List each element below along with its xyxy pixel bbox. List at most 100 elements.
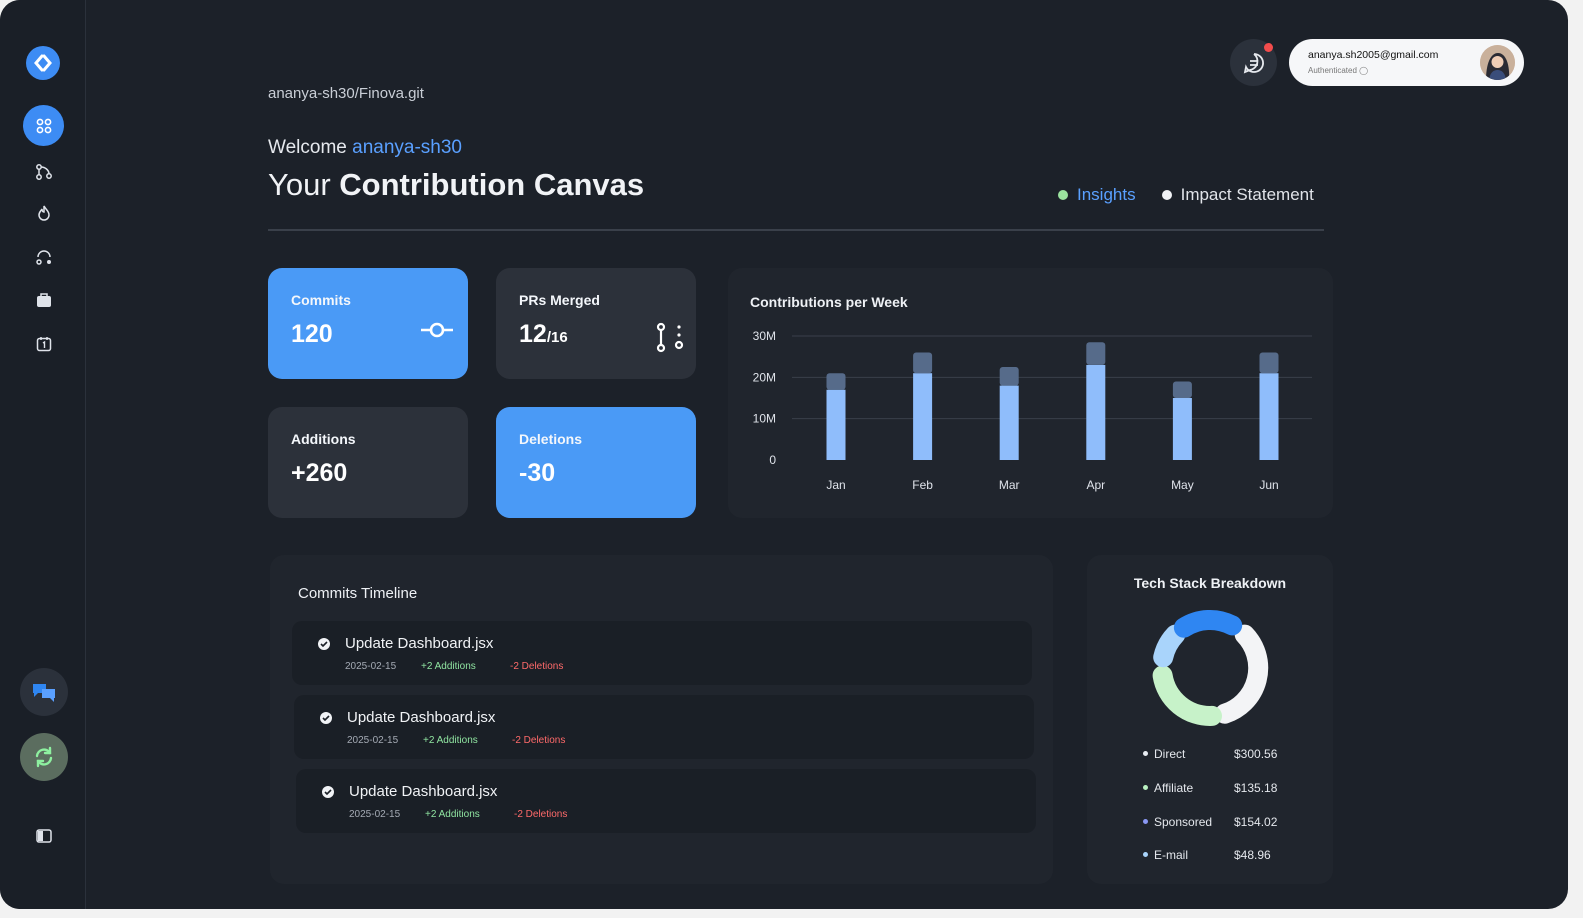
legend-name: Affiliate: [1154, 781, 1194, 795]
commit-item[interactable]: Update Dashboard.jsx 2025-02-15 +2 Addit…: [296, 769, 1036, 833]
tab-insights-dot: [1058, 190, 1068, 200]
legend-dot: [1143, 819, 1148, 824]
github-icon: ◯: [1359, 66, 1369, 75]
legend-name: E-mail: [1154, 848, 1189, 862]
y-tick-label: 30M: [753, 329, 776, 343]
legend-name: Direct: [1154, 747, 1186, 761]
bar-may-segment-1: [1172, 398, 1192, 460]
calendar-icon[interactable]: [23, 323, 64, 364]
bar-feb-segment-2: [913, 352, 933, 374]
x-tick-label: Feb: [912, 478, 933, 492]
timeline-title: Commits Timeline: [298, 585, 418, 602]
y-tick-label: 0: [769, 453, 776, 467]
commits-card: Commits 120: [268, 268, 468, 379]
auth-status-text: Authenticated: [1308, 66, 1357, 75]
y-tick-label: 10M: [753, 412, 776, 426]
commits-timeline-panel: Commits Timeline Update Dashboard.jsx 20…: [270, 555, 1053, 884]
welcome-text: Welcome ananya-sh30: [268, 137, 462, 159]
legend-value: $154.02: [1234, 815, 1278, 829]
sidebar-toggle-icon[interactable]: [23, 815, 64, 856]
y-tick-label: 20M: [753, 370, 776, 384]
prs-merged-card: PRs Merged 12/16: [496, 268, 696, 379]
commit-message: Update Dashboard.jsx: [349, 783, 498, 800]
commit-item[interactable]: Update Dashboard.jsx 2025-02-15 +2 Addit…: [294, 695, 1034, 759]
bar-jan-segment-2: [826, 373, 846, 390]
legend-dot: [1143, 751, 1148, 756]
x-tick-label: Mar: [999, 478, 1020, 492]
legend-value: $135.18: [1234, 781, 1278, 795]
auth-status: Authenticated ◯: [1308, 66, 1368, 75]
commit-message: Update Dashboard.jsx: [345, 635, 494, 652]
commit-additions: +2 Additions: [423, 735, 478, 746]
tab-impact-label: Impact Statement: [1180, 185, 1314, 204]
page-title-strong: Contribution Canvas: [339, 167, 645, 202]
additions-card: Additions +260: [268, 407, 468, 518]
dashboard-icon[interactable]: [23, 105, 64, 146]
notification-badge: [1264, 43, 1273, 52]
x-tick-label: Apr: [1086, 478, 1105, 492]
commit-date: 2025-02-15: [347, 735, 399, 746]
welcome-prefix: Welcome: [268, 137, 347, 158]
bar-mar-segment-1: [999, 385, 1019, 460]
commit-item[interactable]: Update Dashboard.jsx 2025-02-15 +2 Addit…: [292, 621, 1032, 685]
account-chip[interactable]: ananya.sh2005@gmail.com Authenticated ◯: [1289, 39, 1524, 86]
donut-segment-email: [1153, 624, 1186, 668]
pull-request-icon[interactable]: [23, 236, 64, 277]
prs-merged-count: 12: [519, 320, 547, 348]
additions-label: Additions: [291, 431, 356, 447]
tech-stack-title: Tech Stack Breakdown: [1133, 575, 1287, 591]
avatar: [1480, 45, 1515, 80]
legend-name: Sponsored: [1154, 815, 1213, 829]
tab-insights[interactable]: Insights: [1058, 185, 1136, 205]
message-icon: [1243, 52, 1264, 73]
x-tick-label: May: [1171, 478, 1194, 492]
legend-value: $48.96: [1234, 848, 1271, 862]
commit-additions: +2 Additions: [425, 809, 480, 820]
tab-impact-statement[interactable]: Impact Statement: [1161, 185, 1314, 205]
legend-value: $300.56: [1234, 747, 1278, 761]
additions-value: +260: [291, 459, 348, 487]
app-window: ananya-sh30/Finova.git Welcome ananya-sh…: [0, 0, 1568, 909]
bar-feb-segment-1: [913, 373, 933, 460]
donut-segment-direct: [1214, 624, 1269, 724]
commit-date: 2025-02-15: [345, 661, 397, 672]
account-email: ananya.sh2005@gmail.com: [1308, 49, 1439, 61]
prs-total: /16: [546, 329, 568, 346]
bar-may-segment-2: [1172, 381, 1192, 398]
app-logo-icon[interactable]: [26, 46, 60, 80]
fire-icon[interactable]: [23, 192, 64, 233]
header-divider: [268, 229, 1324, 231]
tab-insights-label: Insights: [1077, 185, 1136, 204]
bar-mar-segment-2: [999, 367, 1019, 386]
bar-jun-segment-2: [1259, 352, 1279, 374]
bar-jan-segment-1: [826, 389, 846, 460]
tech-stack-donut: [1152, 609, 1269, 726]
bar-apr-segment-1: [1086, 364, 1106, 460]
chart-title: Contributions per Week: [750, 294, 908, 310]
legend-dot: [1143, 852, 1148, 857]
sidebar: [0, 0, 86, 909]
deletions-label: Deletions: [519, 431, 583, 447]
x-tick-label: Jan: [826, 478, 845, 492]
chat-icon[interactable]: [20, 668, 68, 716]
commits-label: Commits: [291, 292, 351, 308]
sync-icon[interactable]: [20, 733, 68, 781]
commit-message: Update Dashboard.jsx: [347, 709, 496, 726]
messages-button[interactable]: [1230, 39, 1277, 86]
prs-value: 12/16: [519, 320, 673, 349]
check-circle-icon: [322, 786, 334, 798]
check-circle-icon: [318, 638, 330, 650]
repo-name: ananya-sh30/Finova.git: [268, 85, 424, 102]
deletions-value: -30: [519, 459, 556, 487]
legend-dot: [1143, 785, 1148, 790]
bar-jun-segment-1: [1259, 373, 1279, 460]
git-branch-icon[interactable]: [23, 151, 64, 192]
view-tabs: Insights Impact Statement: [1058, 185, 1314, 205]
merge-icon: [656, 322, 684, 353]
tech-stack-panel: Tech Stack Breakdown Direct $300.56 Affi…: [1087, 555, 1333, 884]
donut-segment-sponsored: [1173, 609, 1243, 638]
prs-label: PRs Merged: [519, 292, 600, 308]
bar-apr-segment-2: [1086, 342, 1106, 365]
commit-deletions: -2 Deletions: [512, 735, 566, 746]
briefcase-icon[interactable]: [23, 279, 64, 320]
